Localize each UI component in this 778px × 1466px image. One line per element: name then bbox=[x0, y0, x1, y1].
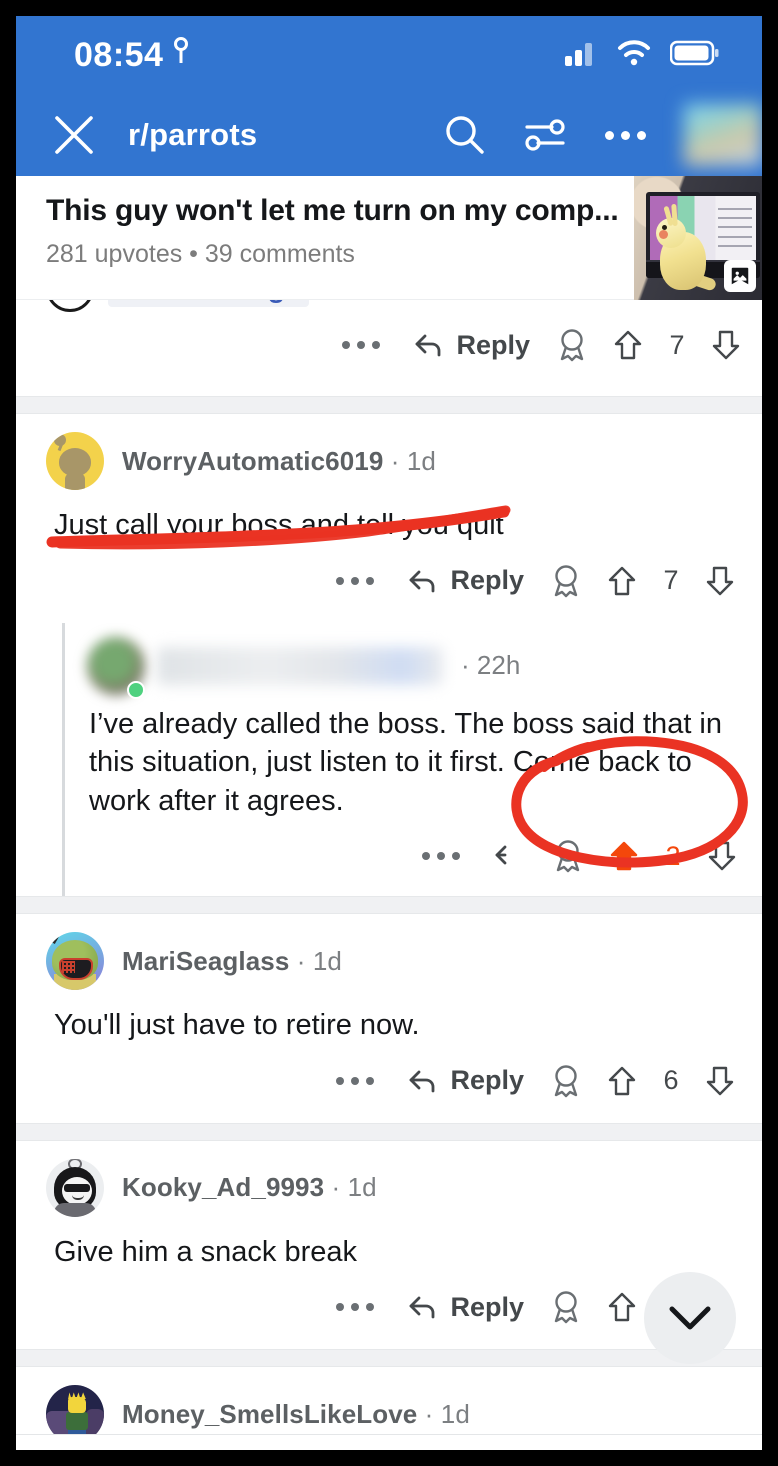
location-arrow-icon bbox=[173, 36, 189, 74]
cellular-signal-icon bbox=[564, 39, 598, 72]
downvote-icon[interactable] bbox=[706, 565, 734, 597]
comment-text: Give him a snack break bbox=[54, 1235, 358, 1268]
comment-divider bbox=[16, 1122, 762, 1141]
comment-author[interactable]: Kooky_Ad_9993 · 1d bbox=[122, 1172, 377, 1203]
subreddit-link[interactable]: r/birbhostage bbox=[108, 300, 310, 307]
sticky-post-header[interactable]: This guy won't let me turn on my comp...… bbox=[16, 176, 762, 300]
phone-screenshot: 08:54 r/parrots This guy won't let me tu… bbox=[0, 0, 778, 1466]
comment-actions: Reply 5 bbox=[46, 1271, 740, 1341]
comment-byline[interactable]: Kooky_Ad_9993 · 1d bbox=[46, 1158, 740, 1217]
post-header-text: This guy won't let me turn on my comp...… bbox=[16, 176, 634, 299]
comment-worryautomatic: WorryAutomatic6019 · 1d Just call your b… bbox=[16, 414, 762, 623]
overflow-menu-icon[interactable] bbox=[598, 108, 652, 162]
downvote-icon[interactable] bbox=[712, 329, 740, 361]
reply-label: Reply bbox=[450, 1291, 524, 1322]
comment-score: 2 bbox=[665, 840, 681, 871]
app-screen: 08:54 r/parrots This guy won't let me tu… bbox=[16, 16, 762, 1450]
reply-label: Reply bbox=[456, 329, 530, 360]
upvote-icon[interactable] bbox=[614, 329, 642, 361]
comment-divider bbox=[16, 896, 762, 915]
comment-score: 7 bbox=[663, 565, 679, 596]
comment-score: 6 bbox=[663, 1065, 679, 1096]
redacted-author-name bbox=[157, 646, 443, 685]
user-avatar[interactable] bbox=[684, 104, 762, 166]
comment-actions: 2 bbox=[87, 820, 742, 890]
comment-actions: Reply 7 bbox=[336, 328, 740, 362]
avatar[interactable] bbox=[46, 932, 104, 991]
downvote-icon[interactable] bbox=[706, 1065, 734, 1097]
comments-feed: r/birbhostage Reply bbox=[16, 300, 762, 1450]
avatar[interactable] bbox=[46, 432, 104, 490]
sort-filter-icon[interactable] bbox=[518, 108, 572, 162]
more-options-icon[interactable] bbox=[336, 341, 386, 349]
comment-author[interactable]: MariSeaglass · 1d bbox=[122, 946, 342, 977]
more-options-icon[interactable] bbox=[330, 1303, 380, 1312]
cockatiel-photo bbox=[654, 203, 718, 292]
search-icon[interactable] bbox=[438, 108, 492, 162]
comment-text: Just call your boss and tell you quit bbox=[54, 509, 504, 541]
battery-icon bbox=[669, 40, 720, 71]
next-thread-fab[interactable] bbox=[644, 1272, 736, 1364]
subreddit-title[interactable]: r/parrots bbox=[128, 117, 257, 153]
comment-divider bbox=[16, 396, 762, 414]
downvote-icon[interactable] bbox=[708, 840, 736, 872]
more-options-icon[interactable] bbox=[330, 1076, 380, 1085]
reply-button[interactable]: Reply bbox=[406, 565, 524, 596]
chevron-down-icon bbox=[669, 1306, 711, 1330]
status-bar-right bbox=[564, 39, 720, 72]
comment-byline[interactable]: MariSeaglass · 1d bbox=[46, 932, 740, 991]
reply-label: Reply bbox=[450, 565, 524, 596]
comment-byline[interactable]: · 22h bbox=[87, 636, 742, 699]
comment-actions: Reply 7 bbox=[46, 545, 740, 615]
page-title: This guy won't let me turn on my comp... bbox=[46, 194, 619, 227]
post-thumbnail[interactable] bbox=[634, 176, 762, 300]
close-icon[interactable] bbox=[48, 109, 100, 161]
reply-button[interactable]: Reply bbox=[406, 1292, 524, 1323]
cut-comment-byline[interactable]: r/birbhostage bbox=[46, 300, 310, 312]
comment-text: You'll just have to retire now. bbox=[54, 1009, 420, 1042]
upvote-icon[interactable] bbox=[608, 1291, 636, 1323]
overflow-dots bbox=[604, 130, 646, 140]
reply-button[interactable]: Reply bbox=[412, 330, 530, 361]
award-icon[interactable] bbox=[552, 839, 584, 873]
wifi-icon bbox=[616, 39, 652, 72]
app-bar: r/parrots bbox=[16, 94, 762, 176]
award-icon[interactable] bbox=[550, 1290, 582, 1324]
upvote-icon[interactable] bbox=[608, 565, 636, 597]
award-icon[interactable] bbox=[556, 328, 588, 362]
upvote-icon[interactable] bbox=[610, 840, 638, 872]
post-meta: 281 upvotes • 39 comments bbox=[46, 239, 355, 268]
upvote-icon[interactable] bbox=[608, 1065, 636, 1097]
status-bar-clock: 08:54 bbox=[74, 35, 164, 74]
award-icon[interactable] bbox=[550, 1064, 582, 1098]
comment-author[interactable]: Money_SmellsLikeLove · 1d bbox=[122, 1399, 470, 1430]
award-icon[interactable] bbox=[550, 564, 582, 598]
avatar[interactable] bbox=[46, 1158, 104, 1217]
status-bar: 08:54 bbox=[16, 16, 762, 94]
nested-comment-inner: · 22h I’ve already called the boss. The … bbox=[87, 623, 762, 897]
reply-button[interactable] bbox=[492, 841, 526, 871]
app-bar-actions bbox=[438, 104, 762, 166]
avatar bbox=[46, 300, 94, 312]
online-indicator bbox=[127, 680, 145, 699]
gallery-icon bbox=[724, 260, 756, 292]
comment-divider bbox=[16, 1349, 762, 1368]
comment-age: · 22h bbox=[461, 650, 521, 681]
reply-label: Reply bbox=[450, 1065, 524, 1096]
comment-actions: Reply 6 bbox=[46, 1045, 740, 1115]
partially-hidden-comment: r/birbhostage Reply bbox=[16, 300, 762, 396]
more-options-icon[interactable] bbox=[330, 576, 380, 585]
comment-author[interactable]: WorryAutomatic6019 · 1d bbox=[122, 446, 436, 477]
comment-score: 7 bbox=[669, 329, 685, 360]
bottom-edge bbox=[16, 1434, 762, 1450]
thread-line bbox=[62, 622, 65, 897]
comment-byline[interactable]: WorryAutomatic6019 · 1d bbox=[46, 432, 740, 490]
comment-blurred-reply: · 22h I’ve already called the boss. The … bbox=[16, 622, 762, 897]
reply-button[interactable]: Reply bbox=[406, 1065, 524, 1096]
more-options-icon[interactable] bbox=[416, 852, 466, 861]
comment-text: I’ve already called the boss. The boss s… bbox=[89, 707, 723, 817]
comment-mariseaglass: MariSeaglass · 1d You'll just have to re… bbox=[16, 914, 762, 1123]
status-bar-left: 08:54 bbox=[74, 36, 189, 75]
